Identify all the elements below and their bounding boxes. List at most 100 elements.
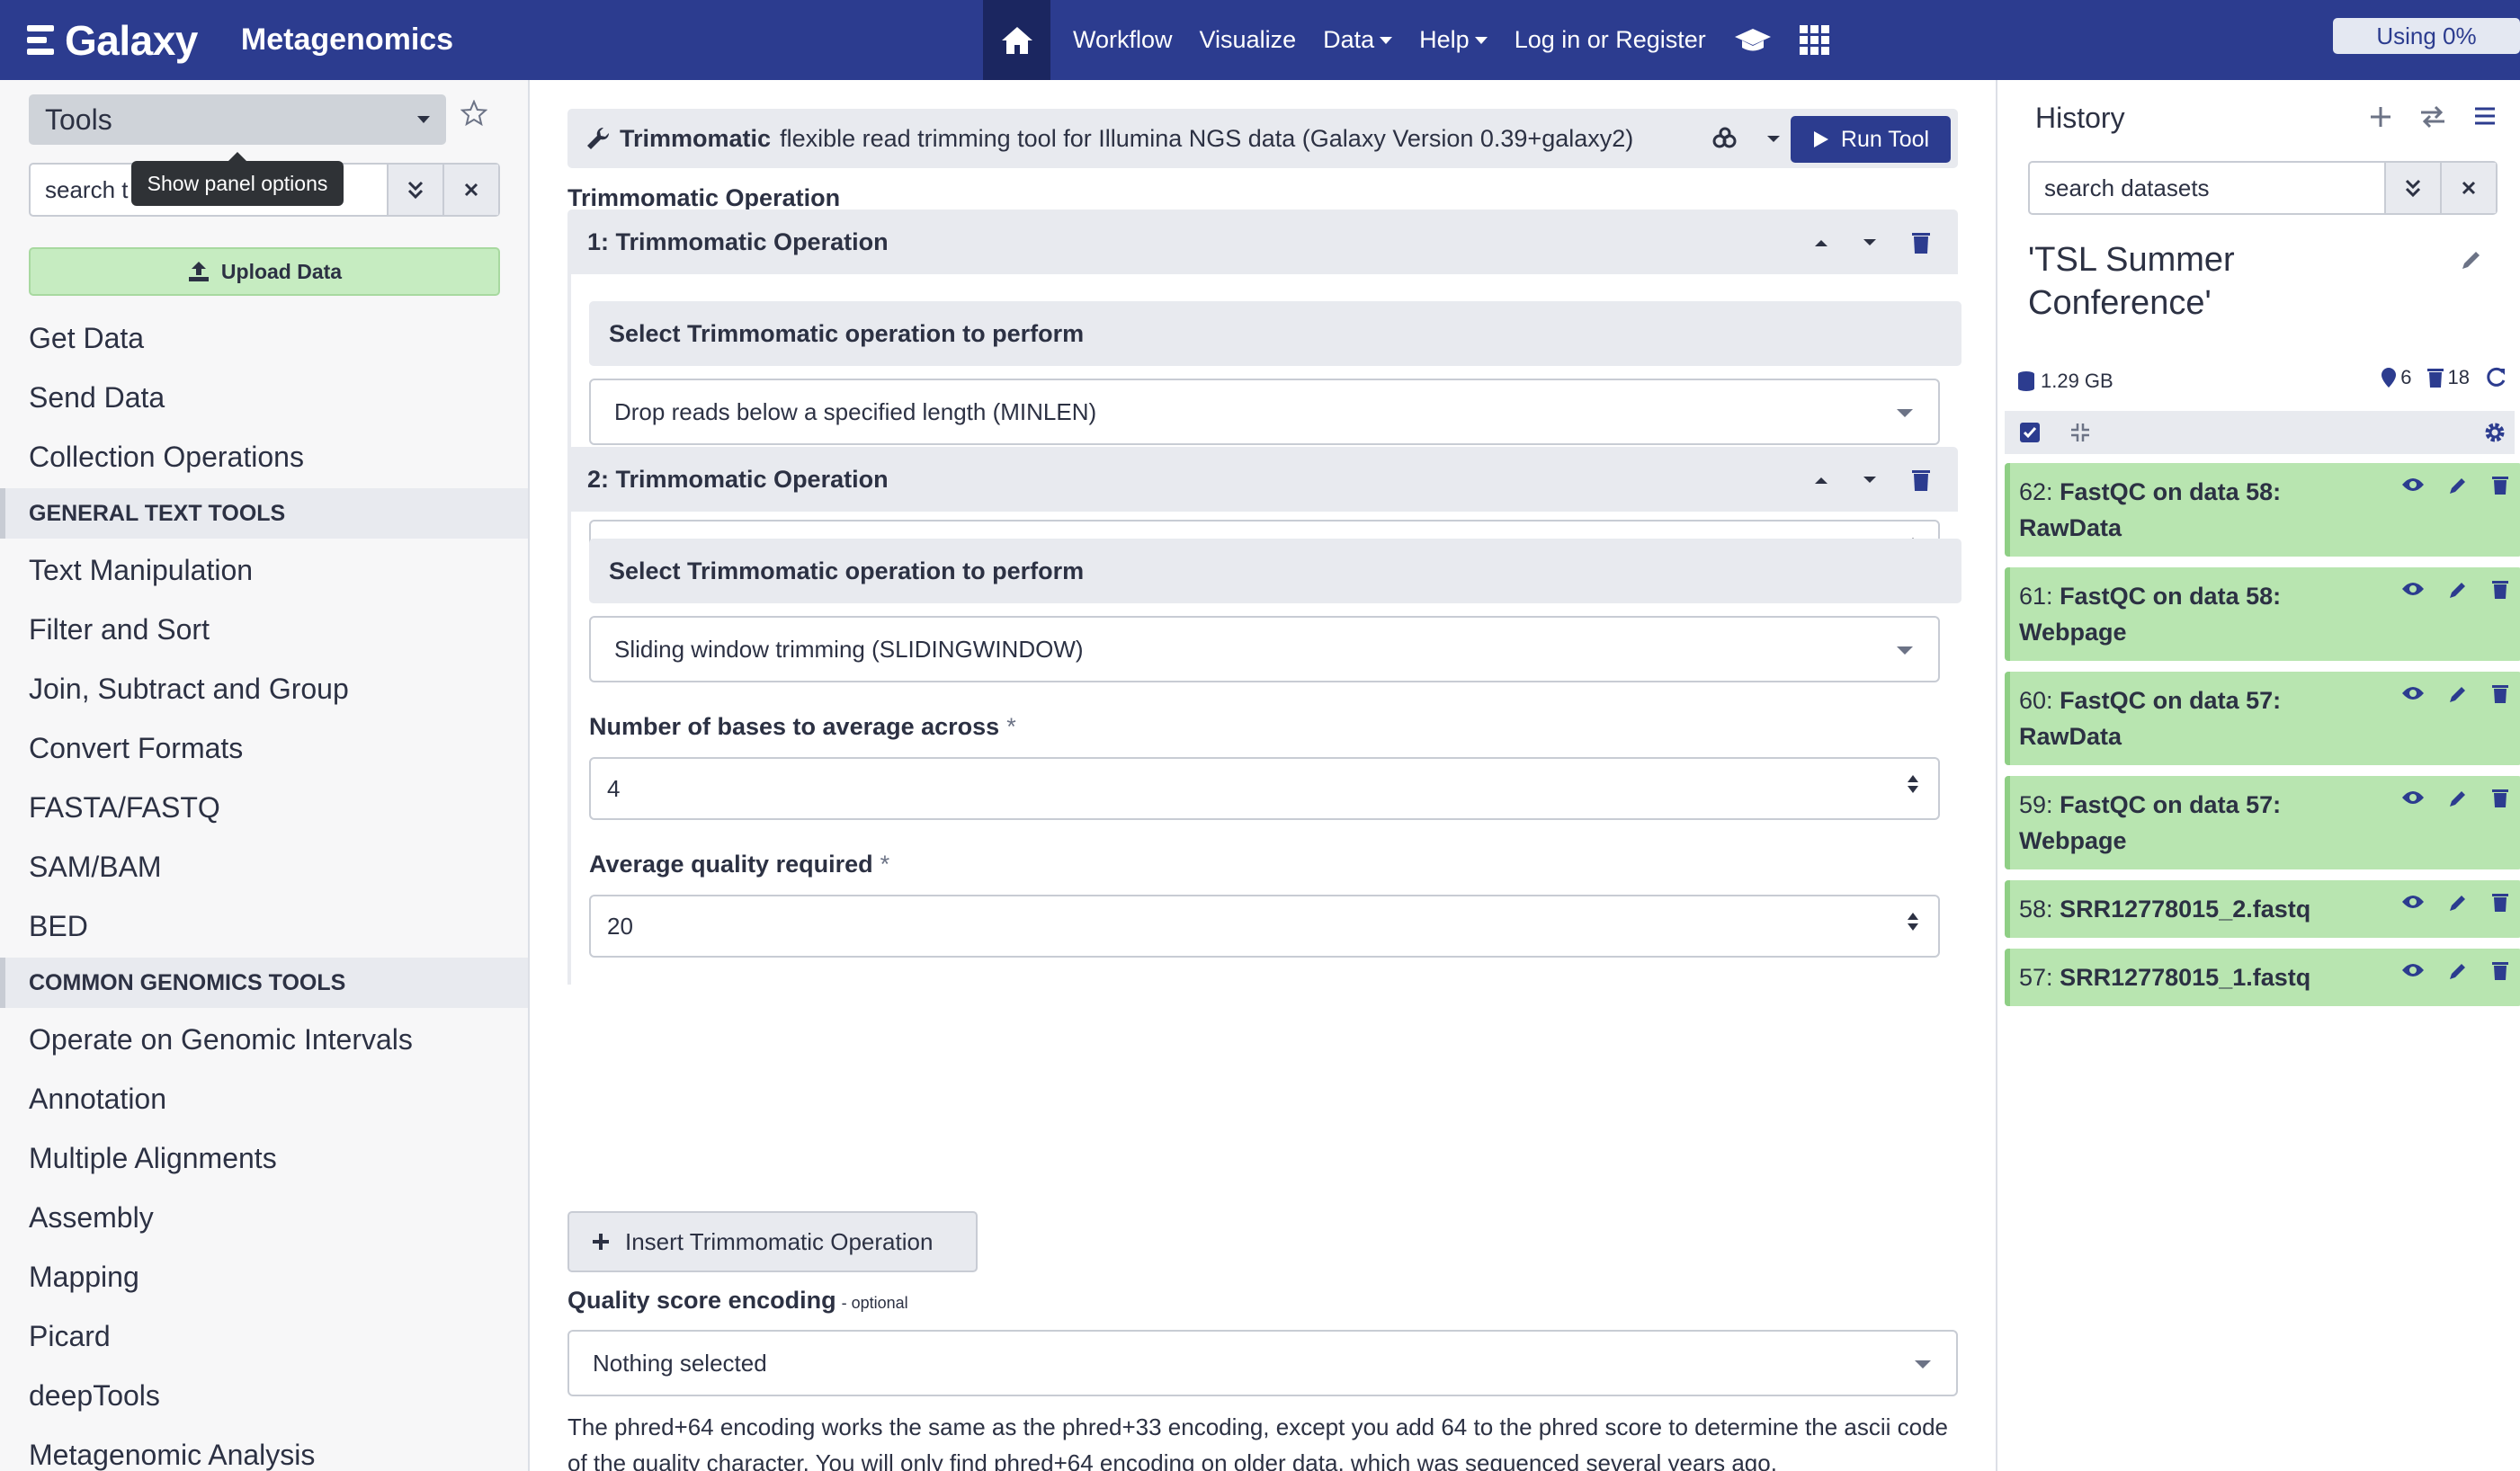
history-dataset[interactable]: 58: SRR12778015_2.fastq bbox=[2005, 880, 2520, 938]
history-dataset[interactable]: 60: FastQC on data 57: RawData bbox=[2005, 672, 2520, 765]
tool-options-icon[interactable] bbox=[1711, 127, 1738, 150]
operation-header[interactable]: 2: Trimmomatic Operation bbox=[567, 447, 1958, 512]
close-icon bbox=[464, 183, 478, 197]
operation-select-value: Drop reads below a specified length (MIN… bbox=[614, 397, 1097, 425]
move-down-icon[interactable] bbox=[1863, 475, 1877, 486]
gear-icon[interactable] bbox=[2484, 422, 2506, 443]
pencil-icon[interactable] bbox=[2448, 893, 2468, 913]
deleted-count-value: 18 bbox=[2447, 366, 2470, 388]
number-input[interactable]: 4 bbox=[589, 757, 1940, 820]
move-up-icon[interactable] bbox=[1814, 237, 1828, 248]
history-name[interactable]: 'TSL Summer Conference' bbox=[2028, 238, 2415, 325]
trash-icon[interactable] bbox=[2491, 961, 2509, 981]
deleted-count[interactable]: 18 bbox=[2426, 366, 2470, 389]
home-button[interactable] bbox=[983, 0, 1050, 80]
home-icon bbox=[1001, 26, 1032, 54]
history-dataset[interactable]: 57: SRR12778015_1.fastq bbox=[2005, 949, 2520, 1006]
tool-category-link[interactable]: Join, Subtract and Group bbox=[0, 659, 528, 718]
number-stepper[interactable] bbox=[1908, 775, 1918, 793]
pencil-icon[interactable] bbox=[2448, 961, 2468, 981]
insert-operation-button[interactable]: Insert Trimmomatic Operation bbox=[567, 1211, 978, 1272]
move-down-icon[interactable] bbox=[1863, 237, 1877, 248]
collapse-icon[interactable] bbox=[2069, 422, 2091, 443]
upload-data-button[interactable]: Upload Data bbox=[29, 247, 500, 296]
pencil-icon[interactable] bbox=[2448, 580, 2468, 600]
nav-item-visualize[interactable]: Visualize bbox=[1186, 0, 1310, 80]
eye-icon[interactable] bbox=[2401, 893, 2425, 911]
nav-item-help[interactable]: Help bbox=[1406, 0, 1501, 80]
eye-icon[interactable] bbox=[2401, 476, 2425, 494]
main-nav: Workflow Visualize Data Help Log in or Regis… bbox=[983, 0, 1844, 80]
trash-icon[interactable] bbox=[2491, 789, 2509, 808]
quota-meter[interactable]: Using 0% bbox=[2333, 18, 2520, 54]
history-size[interactable]: 1.29 GB bbox=[2017, 370, 2113, 393]
number-stepper[interactable] bbox=[1908, 913, 1918, 931]
history-search-input[interactable]: search datasets bbox=[2044, 163, 2210, 213]
nav-item-label: Visualize bbox=[1199, 26, 1297, 53]
tool-category-link[interactable]: BED bbox=[0, 896, 528, 956]
tool-category-link[interactable]: Operate on Genomic Intervals bbox=[0, 1010, 528, 1069]
eye-icon[interactable] bbox=[2401, 961, 2425, 979]
eye-icon[interactable] bbox=[2401, 684, 2425, 702]
operation-header[interactable]: 1: Trimmomatic Operation bbox=[567, 210, 1958, 274]
move-up-icon[interactable] bbox=[1814, 475, 1828, 486]
plus-icon[interactable] bbox=[2369, 105, 2392, 129]
pencil-icon[interactable] bbox=[2459, 247, 2484, 272]
caret-down-icon[interactable] bbox=[1765, 127, 1782, 150]
trash-icon[interactable] bbox=[2491, 893, 2509, 913]
tool-category-link[interactable]: Multiple Alignments bbox=[0, 1128, 528, 1188]
trash-icon[interactable] bbox=[2491, 684, 2509, 704]
refresh-icon[interactable] bbox=[2484, 366, 2507, 389]
tours-button[interactable] bbox=[1720, 0, 1786, 80]
tool-search-input[interactable]: search t bbox=[45, 165, 129, 215]
history-advanced-search-button[interactable] bbox=[2384, 163, 2440, 213]
trash-icon[interactable] bbox=[2491, 476, 2509, 495]
pencil-icon[interactable] bbox=[2448, 789, 2468, 808]
run-tool-button[interactable]: Run Tool bbox=[1791, 116, 1951, 163]
tool-category-link[interactable]: Assembly bbox=[0, 1188, 528, 1247]
nav-item-log-in-or-register[interactable]: Log in or Register bbox=[1501, 0, 1720, 80]
tool-panel-view-select[interactable]: Tools bbox=[29, 94, 446, 145]
tool-category-link[interactable]: Filter and Sort bbox=[0, 600, 528, 659]
tool-category-link[interactable]: FASTA/FASTQ bbox=[0, 778, 528, 837]
history-menu-icon[interactable] bbox=[2473, 105, 2497, 127]
operation-select[interactable]: Drop reads below a specified length (MIN… bbox=[589, 379, 1940, 445]
trash-icon[interactable] bbox=[1911, 231, 1931, 254]
tool-category-link[interactable]: SAM/BAM bbox=[0, 837, 528, 896]
star-icon[interactable] bbox=[460, 100, 487, 127]
pencil-icon[interactable] bbox=[2448, 476, 2468, 495]
trash-icon[interactable] bbox=[2491, 580, 2509, 600]
history-dataset[interactable]: 61: FastQC on data 58: Webpage bbox=[2005, 567, 2520, 661]
clear-search-button[interactable] bbox=[442, 165, 498, 215]
shown-count[interactable]: 6 bbox=[2381, 366, 2412, 389]
tool-category-link[interactable]: Picard bbox=[0, 1306, 528, 1366]
eye-icon[interactable] bbox=[2401, 789, 2425, 807]
nav-item-workflow[interactable]: Workflow bbox=[1059, 0, 1186, 80]
tool-category-link[interactable]: Convert Formats bbox=[0, 718, 528, 778]
select-all-checkbox-icon[interactable] bbox=[2019, 422, 2041, 443]
eye-icon[interactable] bbox=[2401, 580, 2425, 598]
number-input-value: 4 bbox=[607, 774, 621, 802]
history-dataset[interactable]: 62: FastQC on data 58: RawData bbox=[2005, 463, 2520, 557]
tool-category-link[interactable]: deepTools bbox=[0, 1366, 528, 1425]
brand[interactable]: Galaxy Metagenomics bbox=[27, 0, 453, 80]
apps-grid-button[interactable] bbox=[1786, 0, 1844, 80]
trash-icon[interactable] bbox=[1911, 468, 1931, 492]
nav-item-data[interactable]: Data bbox=[1309, 0, 1406, 80]
quality-encoding-select[interactable]: Nothing selected bbox=[567, 1330, 1958, 1396]
number-input[interactable]: 20 bbox=[589, 895, 1940, 958]
advanced-search-button[interactable] bbox=[387, 165, 442, 215]
operation-select[interactable]: Sliding window trimming (SLIDINGWINDOW) bbox=[589, 616, 1940, 682]
tool-category-link[interactable]: Metagenomic Analysis bbox=[0, 1425, 528, 1471]
tool-category-link[interactable]: Send Data bbox=[0, 368, 528, 427]
history-clear-search-button[interactable] bbox=[2440, 163, 2496, 213]
pencil-icon[interactable] bbox=[2448, 684, 2468, 704]
history-dataset[interactable]: 59: FastQC on data 57: Webpage bbox=[2005, 776, 2520, 869]
tool-category-link[interactable]: Annotation bbox=[0, 1069, 528, 1128]
tool-category-link[interactable]: Collection Operations bbox=[0, 427, 528, 486]
tool-category-link[interactable]: Get Data bbox=[0, 308, 528, 368]
switch-history-icon[interactable] bbox=[2419, 105, 2446, 129]
tool-category-link[interactable]: Text Manipulation bbox=[0, 540, 528, 600]
tool-section-header: GENERAL TEXT TOOLS bbox=[0, 488, 528, 539]
tool-category-link[interactable]: Mapping bbox=[0, 1247, 528, 1306]
